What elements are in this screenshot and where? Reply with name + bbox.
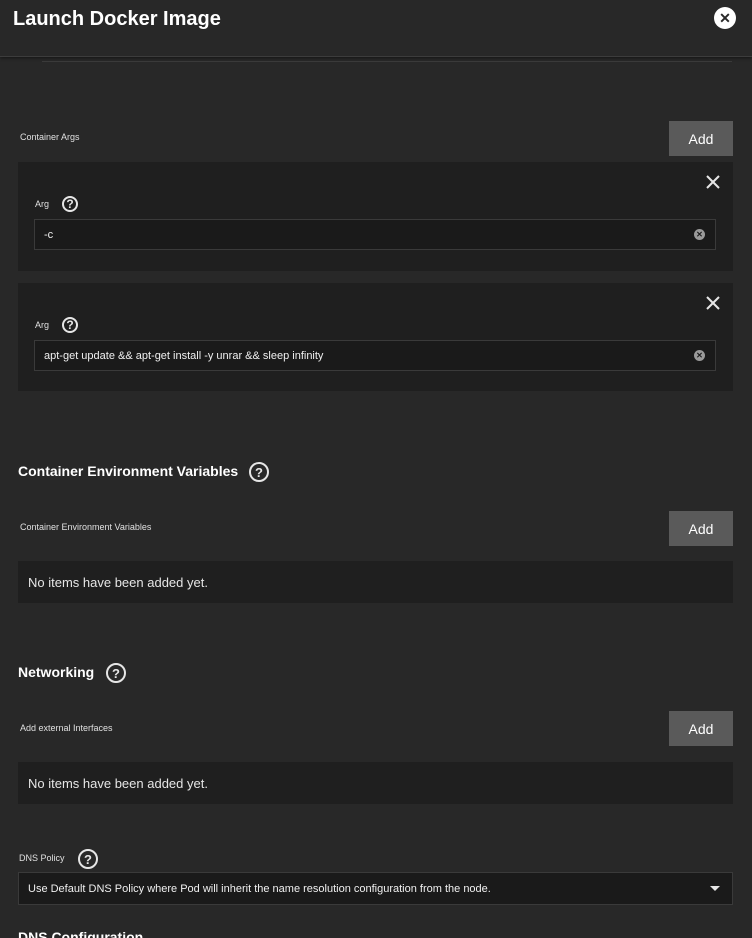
remove-arg-icon[interactable] — [705, 295, 721, 311]
clear-icon[interactable]: ✕ — [694, 350, 705, 361]
help-icon[interactable]: ? — [78, 849, 98, 869]
help-icon[interactable]: ? — [106, 663, 126, 683]
arg-input-value: apt-get update && apt-get install -y unr… — [44, 349, 324, 362]
add-container-arg-button[interactable]: Add — [669, 121, 733, 156]
dns-policy-select[interactable]: Use Default DNS Policy where Pod will in… — [18, 872, 733, 905]
chevron-down-icon — [710, 886, 720, 891]
dns-policy-label: DNS Policy — [19, 853, 65, 863]
dns-policy-selected: Use Default DNS Policy where Pod will in… — [28, 882, 491, 895]
help-icon[interactable]: ? — [62, 317, 78, 333]
add-env-var-button[interactable]: Add — [669, 511, 733, 546]
arg-input-value: -c — [44, 228, 54, 241]
clear-icon[interactable]: ✕ — [694, 229, 705, 240]
remove-arg-icon[interactable] — [705, 174, 721, 190]
arg-item: Arg ? apt-get update && apt-get install … — [18, 283, 733, 391]
external-interfaces-empty-state: No items have been added yet. — [18, 762, 733, 804]
dialog-header: Launch Docker Image ✕ — [0, 0, 752, 57]
arg-input[interactable]: apt-get update && apt-get install -y unr… — [34, 340, 716, 371]
arg-input[interactable]: -c ✕ — [34, 219, 716, 250]
container-args-label: Container Args — [20, 132, 80, 142]
env-vars-label: Container Environment Variables — [20, 522, 152, 532]
divider — [42, 61, 732, 62]
env-vars-section-title: Container Environment Variables — [18, 463, 239, 479]
help-icon[interactable]: ? — [62, 196, 78, 212]
external-interfaces-label: Add external Interfaces — [20, 723, 113, 733]
arg-label: Arg — [35, 320, 50, 330]
help-icon[interactable]: ? — [249, 462, 269, 482]
dialog-content[interactable]: Container Args Add Arg ? -c ✕ Arg ? apt-… — [0, 57, 752, 938]
dns-configuration-title: DNS Configuration — [18, 929, 144, 938]
networking-section-title: Networking — [18, 664, 95, 680]
arg-item: Arg ? -c ✕ — [18, 162, 733, 271]
dialog-title: Launch Docker Image — [13, 8, 221, 30]
env-vars-empty-state: No items have been added yet. — [18, 561, 733, 603]
close-icon[interactable]: ✕ — [714, 7, 736, 29]
arg-label: Arg — [35, 199, 50, 209]
add-external-interface-button[interactable]: Add — [669, 711, 733, 746]
